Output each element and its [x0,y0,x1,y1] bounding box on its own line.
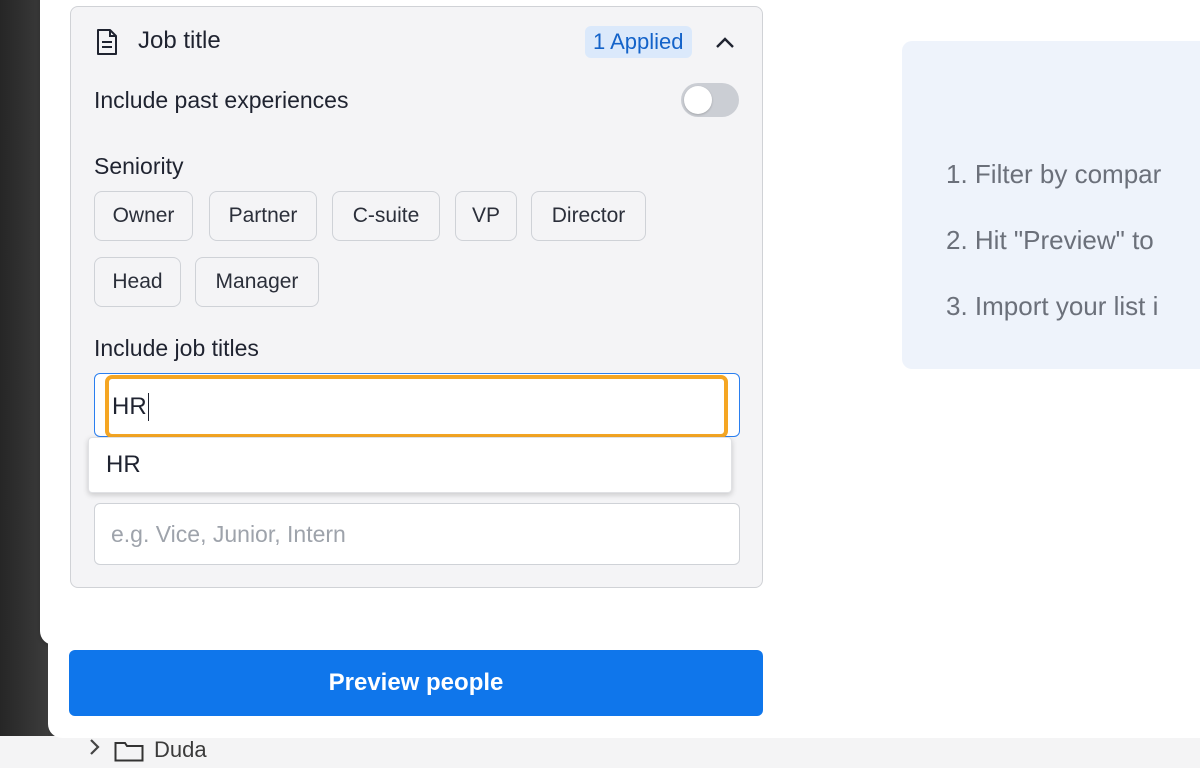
seniority-label: Seniority [94,153,184,179]
search-modal: Job title 1 Applied Include past experie… [48,0,1200,738]
include-job-titles-value: HR [112,392,147,420]
seniority-chip-director[interactable]: Director [531,191,646,241]
instruction-step-1: 1. Filter by compar [946,159,1162,189]
folder-label: Duda [154,737,207,762]
folder-icon [114,740,144,762]
seniority-chip-head[interactable]: Head [94,257,181,307]
include-job-titles-label: Include job titles [94,335,259,361]
text-caret [147,392,150,421]
seniority-chip-partner[interactable]: Partner [209,191,317,241]
past-experiences-label: Include past experiences [94,87,349,113]
exclude-job-titles-input[interactable] [94,503,740,565]
chevron-up-icon[interactable] [711,31,739,55]
seniority-chip-owner[interactable]: Owner [94,191,193,241]
seniority-chip-vp[interactable]: VP [455,191,517,241]
filter-title[interactable]: Job title [138,27,221,55]
suggestion-item[interactable]: HR [88,437,732,493]
instruction-step-3: 3. Import your list i [946,291,1159,321]
applied-badge: 1 Applied [585,26,692,58]
instructions-panel: 1. Filter by compar 2. Hit "Preview" to … [902,41,1200,369]
job-title-filter-card: Job title 1 Applied Include past experie… [70,6,763,588]
background-folder-row[interactable]: Duda [88,737,207,763]
instruction-step-2: 2. Hit "Preview" to [946,225,1154,255]
past-experiences-toggle[interactable] [681,83,739,117]
chevron-right-icon [88,737,104,763]
document-icon [95,28,119,56]
seniority-chip-c-suite[interactable]: C-suite [332,191,440,241]
seniority-chip-manager[interactable]: Manager [195,257,319,307]
preview-people-button[interactable]: Preview people [69,650,763,716]
toggle-knob [684,86,712,114]
include-job-titles-input[interactable]: HR [105,375,728,438]
